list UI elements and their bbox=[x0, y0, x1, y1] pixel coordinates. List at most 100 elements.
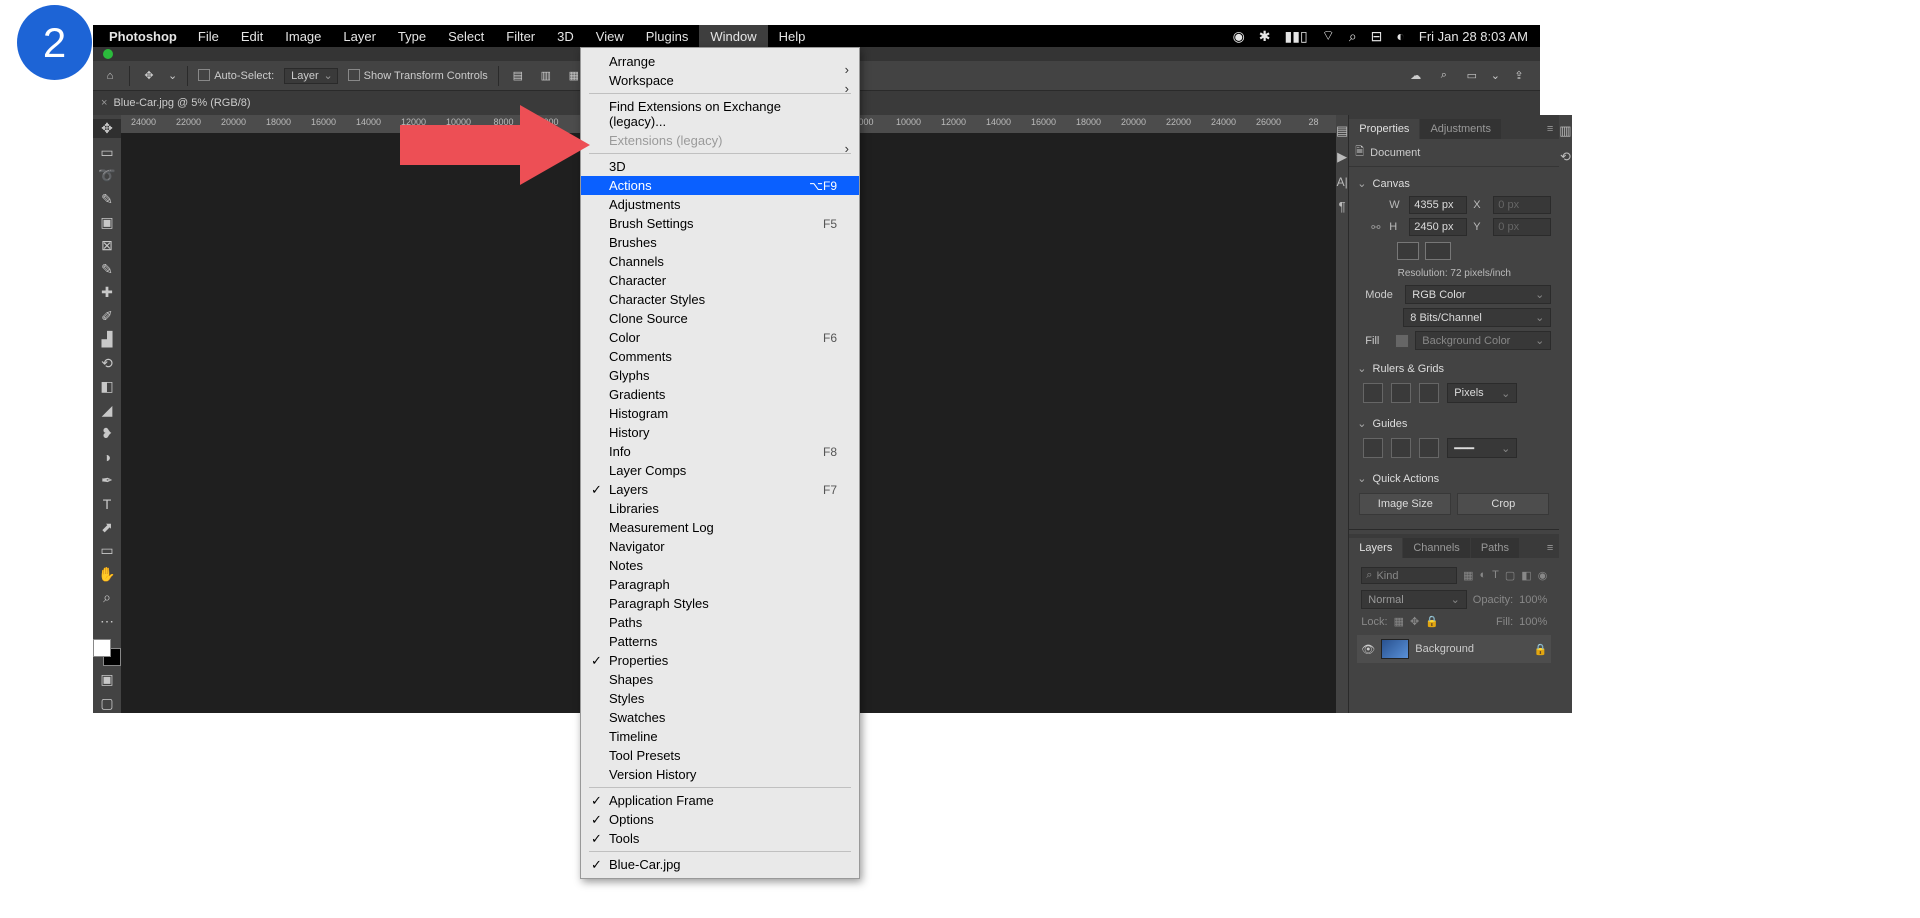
menu-item-brushes[interactable]: Brushes bbox=[581, 233, 859, 252]
menu-item-properties[interactable]: Properties bbox=[581, 651, 859, 670]
mode-select[interactable]: RGB Color bbox=[1405, 285, 1551, 304]
hand-tool[interactable]: ✋ bbox=[93, 565, 121, 584]
filter-pixel-icon[interactable]: ▦ bbox=[1463, 569, 1473, 582]
menu-item-history[interactable]: History bbox=[581, 423, 859, 442]
panel-icon-1[interactable]: ▤ bbox=[1336, 123, 1348, 139]
gradient-tool[interactable]: ◢ bbox=[93, 400, 121, 419]
menu-item-layers[interactable]: LayersF7 bbox=[581, 480, 859, 499]
lock-all-icon[interactable]: 🔒 bbox=[1425, 615, 1439, 628]
panel-icon-2[interactable]: ▶ bbox=[1337, 149, 1347, 165]
menu-help[interactable]: Help bbox=[768, 25, 817, 47]
crop-tool[interactable]: ▣ bbox=[93, 213, 121, 232]
h-value[interactable]: 2450 px bbox=[1409, 218, 1467, 236]
rulers-section-label[interactable]: Rulers & Grids bbox=[1373, 363, 1445, 375]
quick-mask-tool[interactable]: ▣ bbox=[93, 670, 121, 689]
wifi-icon[interactable]: ⌔ bbox=[1322, 27, 1335, 45]
guide-style-select[interactable]: ━━━ bbox=[1447, 438, 1517, 458]
blend-mode-select[interactable]: Normal bbox=[1361, 590, 1467, 609]
w-value[interactable]: 4355 px bbox=[1409, 196, 1467, 214]
traffic-light-close[interactable] bbox=[103, 49, 113, 59]
link-wh-icon[interactable]: ⚯ bbox=[1371, 221, 1380, 234]
menu-item-patterns[interactable]: Patterns bbox=[581, 632, 859, 651]
guide-icon-3[interactable] bbox=[1419, 438, 1439, 458]
menu-item-comments[interactable]: Comments bbox=[581, 347, 859, 366]
panel-icon-character[interactable]: A| bbox=[1337, 175, 1348, 189]
menu-item-gradients[interactable]: Gradients bbox=[581, 385, 859, 404]
menu-item-3d[interactable]: 3D bbox=[581, 157, 859, 176]
fill-swatch[interactable] bbox=[1395, 334, 1409, 348]
menu-item-info[interactable]: InfoF8 bbox=[581, 442, 859, 461]
healing-brush-tool[interactable]: ✚ bbox=[93, 283, 121, 302]
grid-icon[interactable] bbox=[1391, 383, 1411, 403]
home-icon[interactable]: ⌂ bbox=[101, 67, 119, 85]
path-select-tool[interactable]: ⬈ bbox=[93, 518, 121, 537]
ruler-units-select[interactable]: Pixels bbox=[1447, 383, 1517, 403]
layer-filter-kind[interactable]: ⌕Kind bbox=[1361, 567, 1457, 584]
frame-tool[interactable]: ⊠ bbox=[93, 236, 121, 255]
menu-item-workspace[interactable]: Workspace bbox=[581, 71, 859, 90]
search-icon[interactable]: ⌕ bbox=[1435, 67, 1453, 85]
menu-item-color[interactable]: ColorF6 bbox=[581, 328, 859, 347]
menu-item-notes[interactable]: Notes bbox=[581, 556, 859, 575]
menu-item-options[interactable]: Options bbox=[581, 810, 859, 829]
panel-icon-paragraph[interactable]: ¶ bbox=[1339, 199, 1346, 214]
menubar-clock[interactable]: Fri Jan 28 8:03 AM bbox=[1419, 29, 1528, 44]
filter-smart-icon[interactable]: ◧ bbox=[1521, 569, 1531, 582]
clone-stamp-tool[interactable]: ▟ bbox=[93, 330, 121, 349]
quick-select-tool[interactable]: ✎ bbox=[93, 189, 121, 208]
zoom-tool[interactable]: ⌕ bbox=[93, 588, 121, 607]
more-tools[interactable]: ⋯ bbox=[93, 612, 121, 631]
marquee-tool[interactable]: ▭ bbox=[93, 142, 121, 161]
menu-type[interactable]: Type bbox=[387, 25, 437, 47]
menu-image[interactable]: Image bbox=[274, 25, 332, 47]
layers-panel-menu-icon[interactable]: ≡ bbox=[1541, 538, 1559, 558]
menu-filter[interactable]: Filter bbox=[495, 25, 546, 47]
optbar-chevron-icon[interactable]: ⌄ bbox=[168, 69, 177, 82]
fill-select[interactable]: Background Color bbox=[1415, 331, 1551, 350]
rectangle-tool[interactable]: ▭ bbox=[93, 541, 121, 560]
menu-item-adjustments[interactable]: Adjustments bbox=[581, 195, 859, 214]
lock-position-icon[interactable]: ✥ bbox=[1410, 615, 1419, 628]
history-brush-tool[interactable]: ⟲ bbox=[93, 354, 121, 373]
layer-lock-icon[interactable]: 🔒 bbox=[1534, 643, 1548, 656]
menu-item-paths[interactable]: Paths bbox=[581, 613, 859, 632]
close-tab-icon[interactable]: × bbox=[101, 97, 107, 109]
spotlight-icon[interactable]: ⌕ bbox=[1349, 28, 1357, 45]
menu-item-find-extensions-on-exchange-legacy-[interactable]: Find Extensions on Exchange (legacy)... bbox=[581, 97, 859, 131]
brush-tool[interactable]: ✐ bbox=[93, 307, 121, 326]
siri-icon[interactable]: ◐ bbox=[1396, 28, 1404, 44]
menu-item-layer-comps[interactable]: Layer Comps bbox=[581, 461, 859, 480]
menu-item-paragraph[interactable]: Paragraph bbox=[581, 575, 859, 594]
y-value[interactable]: 0 px bbox=[1493, 218, 1551, 236]
opacity-value[interactable]: 100% bbox=[1519, 594, 1547, 606]
cloud-docs-icon[interactable]: ☁ bbox=[1407, 67, 1425, 85]
bits-select[interactable]: 8 Bits/Channel bbox=[1403, 308, 1551, 327]
filter-shape-icon[interactable]: ▢ bbox=[1505, 569, 1515, 582]
tab-channels[interactable]: Channels bbox=[1403, 538, 1469, 558]
image-size-button[interactable]: Image Size bbox=[1359, 493, 1451, 515]
menu-item-styles[interactable]: Styles bbox=[581, 689, 859, 708]
screen-mode-tool[interactable]: ▢ bbox=[93, 694, 121, 713]
blur-tool[interactable]: ❥ bbox=[93, 424, 121, 443]
workspace-icon[interactable]: ▭ bbox=[1463, 67, 1481, 85]
filter-toggle-icon[interactable]: ◉ bbox=[1538, 569, 1548, 582]
menu-item-clone-source[interactable]: Clone Source bbox=[581, 309, 859, 328]
move-tool[interactable]: ✥ bbox=[93, 119, 121, 138]
dodge-tool[interactable]: ◑ bbox=[93, 447, 121, 466]
menu-item-actions[interactable]: Actions⌥F9 bbox=[581, 176, 859, 195]
menu-item-version-history[interactable]: Version History bbox=[581, 765, 859, 784]
share-icon[interactable]: ⇪ bbox=[1510, 67, 1528, 85]
menu-item-tool-presets[interactable]: Tool Presets bbox=[581, 746, 859, 765]
menu-item-channels[interactable]: Channels bbox=[581, 252, 859, 271]
x-value[interactable]: 0 px bbox=[1493, 196, 1551, 214]
color-swatches[interactable] bbox=[93, 639, 121, 666]
eyedropper-tool[interactable]: ✎ bbox=[93, 260, 121, 279]
move-tool-icon[interactable]: ✥ bbox=[140, 67, 158, 85]
menu-item-tools[interactable]: Tools bbox=[581, 829, 859, 848]
menu-item-glyphs[interactable]: Glyphs bbox=[581, 366, 859, 385]
visibility-icon[interactable]: 👁 bbox=[1361, 643, 1375, 656]
filter-type-icon[interactable]: T bbox=[1492, 569, 1499, 582]
menu-item-character[interactable]: Character bbox=[581, 271, 859, 290]
lasso-tool[interactable]: ➰ bbox=[93, 166, 121, 185]
menu-plugins[interactable]: Plugins bbox=[635, 25, 700, 47]
